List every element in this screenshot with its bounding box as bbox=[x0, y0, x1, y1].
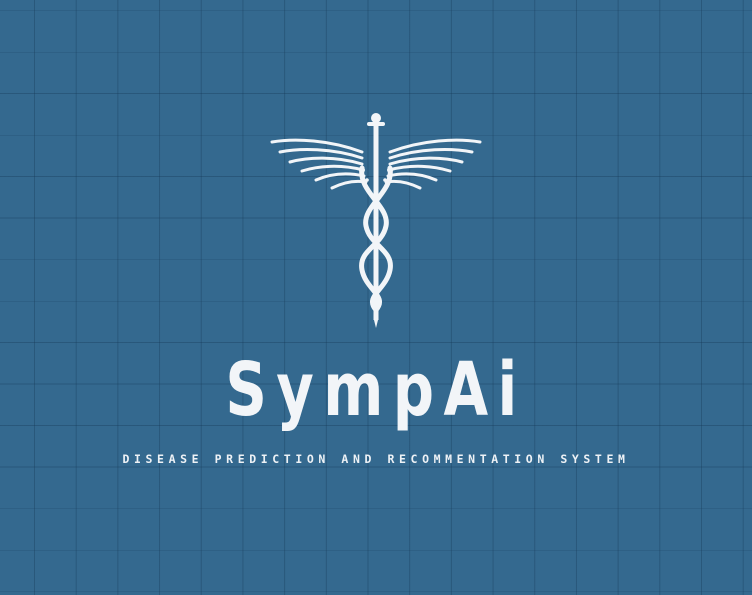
brand-title: SympAi bbox=[225, 347, 527, 433]
caduceus-icon bbox=[270, 110, 482, 332]
tagline: DISEASE PREDICTION AND RECOMMENTATION SY… bbox=[122, 452, 630, 466]
logo-canvas: SympAi DISEASE PREDICTION AND RECOMMENTA… bbox=[0, 0, 752, 595]
